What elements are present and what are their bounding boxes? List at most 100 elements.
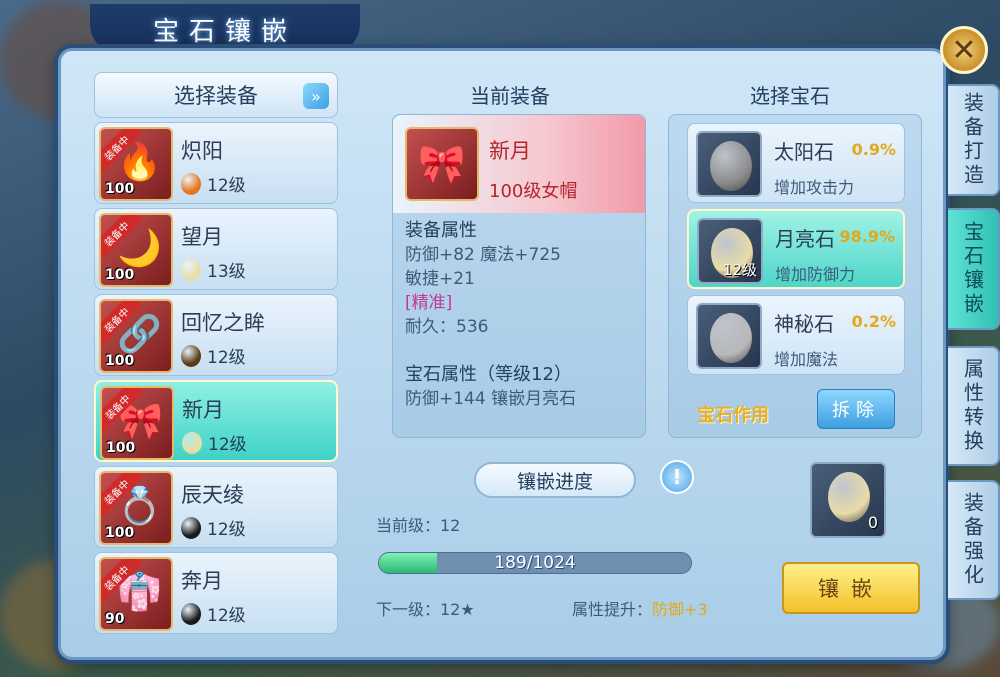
equipment-item[interactable]: 🎀 装备中 100 新月 12级 <box>94 380 338 462</box>
gem-attributes-line: 防御+144 镶嵌月亮石 <box>405 389 577 409</box>
attr-line: 防御+82 魔法+725 <box>405 245 561 265</box>
embed-button[interactable]: 镶嵌 <box>782 562 920 614</box>
equipment-level: 100 <box>105 353 135 369</box>
gem-effect-link[interactable]: 宝石作用 <box>697 401 769 427</box>
gem-level: 12级 <box>722 261 757 279</box>
equipment-level: 100 <box>105 267 135 283</box>
side-tab[interactable]: 宝石镶嵌 <box>948 208 1000 330</box>
equipment-item[interactable]: 🔗 装备中 100 回忆之眸 12级 <box>94 294 338 376</box>
equipment-level: 100 <box>105 525 135 541</box>
equipment-list-title: 选择装备 <box>174 84 258 108</box>
gem-icon <box>696 303 762 369</box>
equipment-gem-level: 12级 <box>208 435 247 455</box>
current-level: 当前级：12 <box>376 516 461 535</box>
current-equipment-card: 🎀 新月 100级女帽 装备属性 防御+82 魔法+725 敏捷+21 [精准]… <box>392 114 646 438</box>
gem-description: 增加魔法 <box>774 350 839 369</box>
equipment-gem: 12级 <box>182 430 247 455</box>
equipment-gem-level: 12级 <box>207 176 246 196</box>
gem-stone-icon <box>710 313 752 363</box>
gem-slot[interactable]: 0 <box>810 462 886 538</box>
gem-option[interactable]: 神秘石 0.2% 增加魔法 <box>687 295 905 375</box>
equipment-item[interactable]: 💍 装备中 100 辰天绫 12级 <box>94 466 338 548</box>
gem-icon <box>182 431 202 454</box>
equipment-gem: 12级 <box>181 171 246 196</box>
gem-slot-count: 0 <box>867 513 878 532</box>
gem-percentage: 98.9% <box>839 227 895 246</box>
equipment-icon: 🎀 装备中 100 <box>100 386 174 460</box>
progress-bar: 189/1024 <box>378 552 692 574</box>
gem-selection-panel: 太阳石 0.9% 增加攻击力 12级 月亮石 98.9% 增加防御力 神秘石 0… <box>668 114 922 438</box>
gem-attributes-heading: 宝石属性（等级12） <box>405 364 572 385</box>
gem-icon <box>181 516 201 539</box>
equipment-gem-level: 13级 <box>207 262 246 282</box>
attr-durability: 耐久：536 <box>405 317 489 337</box>
gem-name: 太阳石 <box>774 140 834 164</box>
info-icon[interactable]: ! <box>660 460 694 494</box>
equipment-icon: 🌙 装备中 100 <box>99 213 173 287</box>
equipment-gem: 12级 <box>181 515 246 540</box>
gem-icon <box>181 258 201 281</box>
current-equipment-icon: 🎀 <box>405 127 479 201</box>
select-gem-title: 选择宝石 <box>750 84 830 108</box>
equipment-gem-level: 12级 <box>207 606 246 626</box>
gem-name: 神秘石 <box>774 312 834 336</box>
equipment-icon: 🔥 装备中 100 <box>99 127 173 201</box>
equipment-name: 辰天绫 <box>181 483 244 507</box>
gem-percentage: 0.9% <box>851 140 896 159</box>
gem-icon: 12级 <box>697 218 763 284</box>
gem-attributes: 宝石属性（等级12） 防御+144 镶嵌月亮石 <box>405 363 576 411</box>
embed-progress-title: 镶嵌进度 <box>474 462 636 498</box>
gem-icon <box>696 131 762 197</box>
gem-description: 增加攻击力 <box>774 178 855 197</box>
close-button[interactable]: ✕ <box>940 26 988 74</box>
equipment-gem-level: 12级 <box>207 348 246 368</box>
dropdown-arrow-icon[interactable]: » <box>303 83 329 109</box>
current-equipment-type: 100级女帽 <box>489 181 578 202</box>
current-equipment-name: 新月 <box>489 139 531 163</box>
next-level: 下一级：12★ <box>376 600 475 619</box>
equipment-name: 新月 <box>182 398 224 422</box>
gem-icon <box>181 602 201 625</box>
gem-name: 月亮石 <box>775 227 835 251</box>
attribute-increase-value: 防御+3 <box>652 600 708 619</box>
equipment-attributes: 装备属性 防御+82 魔法+725 敏捷+21 [精准] 耐久：536 <box>405 219 561 339</box>
equipment-level: 100 <box>105 181 135 197</box>
gem-stone-icon <box>710 141 752 191</box>
equipment-name: 奔月 <box>181 569 223 593</box>
progress-bar-text: 189/1024 <box>494 553 576 573</box>
attr-line: 敏捷+21 <box>405 269 475 289</box>
gem-percentage: 0.2% <box>851 312 896 331</box>
moon-stone-icon <box>828 472 870 522</box>
equipment-icon: 💍 装备中 100 <box>99 471 173 545</box>
gem-icon <box>181 172 201 195</box>
gem-option[interactable]: 太阳石 0.9% 增加攻击力 <box>687 123 905 203</box>
close-icon: ✕ <box>951 32 977 68</box>
gem-option[interactable]: 12级 月亮石 98.9% 增加防御力 <box>687 209 905 289</box>
equipment-name: 望月 <box>181 225 223 249</box>
gem-icon <box>181 344 201 367</box>
side-tab[interactable]: 装备打造 <box>948 84 1000 196</box>
gem-description: 增加防御力 <box>775 265 856 284</box>
equipment-level: 100 <box>106 440 136 456</box>
equipment-list-header: 选择装备 » <box>94 72 338 118</box>
side-tab[interactable]: 属性转换 <box>948 346 1000 466</box>
equipment-gem-level: 12级 <box>207 520 246 540</box>
attr-refined: [精准] <box>405 293 453 313</box>
remove-gem-button[interactable]: 拆除 <box>817 389 895 429</box>
equipment-icon: 👘 装备中 90 <box>99 557 173 631</box>
equipment-list: 选择装备 » 🔥 装备中 100 炽阳 12级 🌙 装备中 100 望月 13级… <box>94 72 338 634</box>
equipment-level: 90 <box>105 611 125 627</box>
equipment-item[interactable]: 🔥 装备中 100 炽阳 12级 <box>94 122 338 204</box>
equipment-item[interactable]: 👘 装备中 90 奔月 12级 <box>94 552 338 634</box>
equipment-item[interactable]: 🌙 装备中 100 望月 13级 <box>94 208 338 290</box>
equipment-gem: 12级 <box>181 343 246 368</box>
equipment-name: 炽阳 <box>181 139 223 163</box>
attribute-increase: 属性提升：防御+3 <box>572 596 708 620</box>
equipment-gem: 12级 <box>181 601 246 626</box>
equipment-attributes-heading: 装备属性 <box>405 220 477 241</box>
attribute-increase-label: 属性提升： <box>572 600 653 619</box>
current-equipment-title: 当前装备 <box>470 84 550 108</box>
equipment-gem: 13级 <box>181 257 246 282</box>
window-title: 宝石镶嵌 <box>90 4 360 54</box>
side-tab[interactable]: 装备强化 <box>948 480 1000 600</box>
